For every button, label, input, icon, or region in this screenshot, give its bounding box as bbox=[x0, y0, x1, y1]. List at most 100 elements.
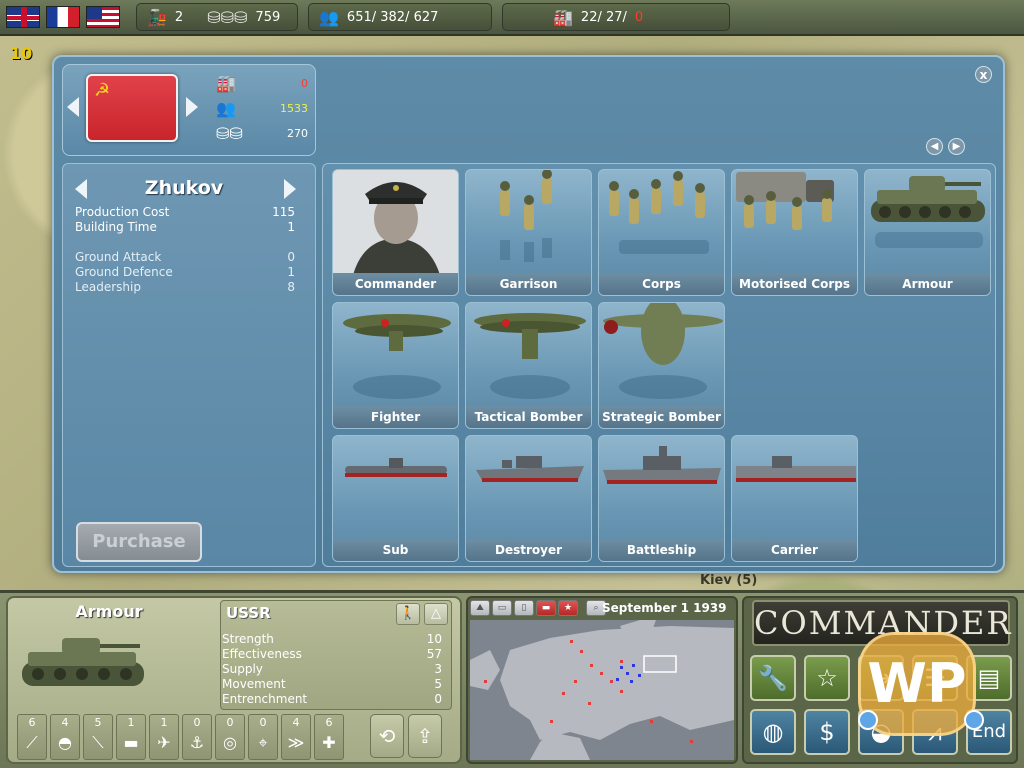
unit-card-sub[interactable]: Sub bbox=[332, 435, 459, 562]
slot-anchor[interactable]: 0 ⚓ bbox=[182, 714, 212, 760]
coins-icon: ⛁⛁⛁ bbox=[207, 7, 248, 27]
medic-icon: ✚ bbox=[322, 733, 336, 752]
slot-rank[interactable]: 4 ≫ bbox=[281, 714, 311, 760]
industry-group: 🏭 22/ 27/ 0 bbox=[502, 3, 730, 31]
money-count: 759 bbox=[255, 9, 281, 25]
selected-unit-name: Armour bbox=[75, 602, 143, 621]
france-flag-icon[interactable] bbox=[46, 6, 80, 28]
purchase-button[interactable]: Purchase bbox=[76, 522, 202, 562]
page-prev-icon[interactable]: ◀ bbox=[926, 138, 943, 155]
plane-icon bbox=[343, 314, 451, 399]
manpower-count: 651/ 382/ 627 bbox=[346, 9, 439, 25]
unit-card-label: Commander bbox=[333, 273, 458, 295]
unit-card-garrison[interactable]: Garrison bbox=[465, 169, 592, 296]
dollar-icon[interactable]: $ bbox=[804, 709, 850, 755]
top-bar: 🚂 2 ⛁⛁⛁ 759 👥 651/ 382/ 627 🏭 22/ 27/ 0 bbox=[0, 0, 1024, 36]
stat-value: 10 bbox=[426, 632, 442, 646]
europe-map-icon bbox=[470, 620, 734, 760]
unit-card-commander[interactable]: Commander bbox=[332, 169, 459, 296]
stat-value: 57 bbox=[426, 647, 442, 661]
stat-label: Entrenchment bbox=[222, 692, 308, 706]
slot-tank[interactable]: 1 ▬ bbox=[116, 714, 146, 760]
unit-nation: USSR bbox=[226, 604, 271, 622]
game-date: September 1 1939 bbox=[602, 601, 727, 615]
map-city-label: Kiev (5) bbox=[700, 573, 758, 588]
slot-helmet[interactable]: 4 ◓ bbox=[50, 714, 80, 760]
production-cost-value: 115 bbox=[272, 205, 295, 219]
unit-card-carrier[interactable]: Carrier bbox=[731, 435, 858, 562]
stat-label: Movement bbox=[222, 677, 286, 691]
map-filter-star-icon[interactable]: ★ bbox=[558, 600, 578, 616]
slot-radar[interactable]: 0 ◎ bbox=[215, 714, 245, 760]
manpower-group: 👥 651/ 382/ 627 bbox=[308, 3, 492, 31]
infantry-mode-icon[interactable]: 🚶 bbox=[396, 603, 420, 625]
rifle-icon: ⟋ bbox=[26, 733, 38, 752]
close-icon[interactable]: x bbox=[975, 66, 992, 83]
map-filter-rail-icon[interactable]: ▭ bbox=[492, 600, 512, 616]
page-next-icon[interactable]: ▶ bbox=[948, 138, 965, 155]
stat-value: 5 bbox=[434, 677, 442, 691]
unit-card-fighter[interactable]: Fighter bbox=[332, 302, 459, 429]
radar-icon: ◎ bbox=[223, 733, 237, 752]
unit-card-label: Motorised Corps bbox=[732, 273, 857, 295]
unit-card-label: Tactical Bomber bbox=[466, 406, 591, 428]
resources-group: 🚂 2 ⛁⛁⛁ 759 bbox=[136, 3, 298, 31]
motorised-icon bbox=[736, 172, 834, 230]
helmet-icon: ◓ bbox=[58, 733, 72, 752]
building-time-label: Building Time bbox=[75, 220, 157, 234]
factory-icon: 🏭 bbox=[553, 7, 573, 27]
leadership-label: Leadership bbox=[75, 280, 141, 294]
unit-card-label: Sub bbox=[333, 539, 458, 561]
unit-card-label: Armour bbox=[865, 273, 990, 295]
unit-card-corps[interactable]: Corps bbox=[598, 169, 725, 296]
ground-attack-value: 0 bbox=[287, 250, 295, 264]
leadership-value: 8 bbox=[287, 280, 295, 294]
star-icon[interactable]: ☆ bbox=[804, 655, 850, 701]
map-filter-supply-icon[interactable]: ▯ bbox=[514, 600, 534, 616]
production-cost-label: Production Cost bbox=[75, 205, 170, 219]
minimap-tabs: ⛰ ▭ ▯ ▬ ★ ⌕ bbox=[470, 600, 606, 616]
tank-icon bbox=[871, 176, 985, 248]
uk-flag-icon[interactable] bbox=[6, 6, 40, 28]
unit-card-destroyer[interactable]: Destroyer bbox=[465, 435, 592, 562]
unit-card-label: Carrier bbox=[732, 539, 857, 561]
slot-rifle[interactable]: 6 ⟋ bbox=[17, 714, 47, 760]
stat-label: Effectiveness bbox=[222, 647, 302, 661]
stat-label: Strength bbox=[222, 632, 274, 646]
unit-name: Zhukov bbox=[144, 177, 224, 199]
unit-card-battleship[interactable]: Battleship bbox=[598, 435, 725, 562]
triangle-mode-icon[interactable]: △ bbox=[424, 603, 448, 625]
unit-card-motorised-corps[interactable]: Motorised Corps bbox=[731, 169, 858, 296]
prev-nation-icon[interactable] bbox=[67, 97, 79, 117]
usa-flag-icon[interactable] bbox=[86, 6, 120, 28]
industry-deficit: 0 bbox=[634, 9, 644, 25]
nation-money: 270 bbox=[287, 127, 308, 140]
prev-unit-icon[interactable] bbox=[75, 179, 87, 199]
unit-card-strategic-bomber[interactable]: Strategic Bomber bbox=[598, 302, 725, 429]
ussr-flag-icon: ☭ bbox=[86, 74, 178, 142]
slot-crosshair[interactable]: 0 ⌖ bbox=[248, 714, 278, 760]
crosshair-icon: ⌖ bbox=[258, 733, 268, 752]
artillery-icon: ⟍ bbox=[92, 733, 104, 752]
upload-train-icon[interactable]: ⇪ bbox=[408, 714, 442, 758]
map-filter-units-icon[interactable]: ▬ bbox=[536, 600, 556, 616]
carrier-icon bbox=[736, 456, 856, 482]
slot-medic[interactable]: 6 ✚ bbox=[314, 714, 344, 760]
watermark-dot-icon bbox=[858, 710, 878, 730]
ship-icon bbox=[476, 456, 584, 482]
unit-card-label: Battleship bbox=[599, 539, 724, 561]
map-filter-terrain-icon[interactable]: ⛰ bbox=[470, 600, 490, 616]
plane-icon: ✈ bbox=[157, 733, 171, 752]
minimap[interactable] bbox=[470, 620, 734, 760]
next-nation-icon[interactable] bbox=[186, 97, 198, 117]
armour-unit-icon bbox=[22, 638, 144, 686]
wrench-icon[interactable]: 🔧 bbox=[750, 655, 796, 701]
unit-card-armour[interactable]: Armour bbox=[864, 169, 991, 296]
unit-card-tactical-bomber[interactable]: Tactical Bomber bbox=[465, 302, 592, 429]
globe-icon[interactable]: ◍ bbox=[750, 709, 796, 755]
rank-icon: ≫ bbox=[287, 733, 305, 752]
next-unit-icon[interactable] bbox=[284, 179, 296, 199]
slot-artillery[interactable]: 5 ⟍ bbox=[83, 714, 113, 760]
slot-plane[interactable]: 1 ✈ bbox=[149, 714, 179, 760]
rotate-icon[interactable]: ⟲ bbox=[370, 714, 404, 758]
